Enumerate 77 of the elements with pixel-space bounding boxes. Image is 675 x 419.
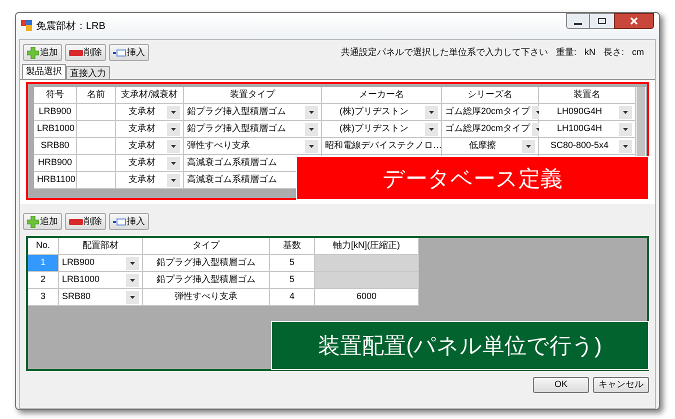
table-cell-text: 昭和電線デバイステクノロ… [325,139,442,152]
tab[interactable]: 製品選択 [22,64,66,79]
table-cell-text: 高減衰ゴム系積層ゴム [187,156,278,170]
insert-button[interactable]: 挿入 [109,213,149,230]
minus-icon [69,218,83,224]
table-cell-text: 支承材 [128,156,156,170]
column-header: 名前 [77,87,116,104]
column-header: 基数 [270,238,315,255]
column-header: シリーズ名 [442,87,539,104]
table-cell: 5 [270,272,315,289]
close-icon [630,17,638,25]
delete-button[interactable]: 削除 [65,213,106,230]
table-cell-text: ゴム総厚20cmタイプ [445,122,530,136]
table-cell-text: SC80-800-5x4 [549,139,610,152]
table-cell-text: HRB900 [37,156,73,170]
callout-label: 装置配置(パネル単位で行う) [271,321,649,370]
column-header: タイプ [143,238,270,255]
dialog-button[interactable]: OK [533,377,589,393]
column-header: 配置部材 [59,238,143,255]
table-cell-text: 弾性すべり支承 [187,139,251,152]
table-cell-text: LRB900 [62,256,96,270]
table-cell-text: LRB1000 [37,122,75,136]
row-number[interactable]: 2 [28,272,59,289]
dialog-button[interactable]: キャンセル [593,377,649,393]
table-cell-text: SRB80 [62,290,92,304]
table-cell: 4 [270,289,315,306]
table-cell-text: 支承材 [128,122,156,136]
table-cell-text: (株)ブリヂストン [338,122,410,136]
tab[interactable]: 直接入力 [66,66,110,79]
add-button[interactable]: 追加 [23,213,62,230]
plus-icon [27,46,39,58]
insert-button[interactable]: 挿入 [109,44,149,61]
column-header: 装置タイプ [184,87,322,104]
insert-row-icon [113,216,126,226]
row-number[interactable]: 3 [28,289,59,306]
column-header: 装置名 [539,87,636,104]
unit-hint: 共通設定パネルで選択した単位系で入力して下さい [340,46,548,59]
table-cell-text: (株)ブリヂストン [338,105,410,118]
table-cell: 弾性すべり支承 [143,289,270,306]
table-cell-text: 支承材 [128,105,156,118]
table-cell-text: LRB1000 [62,273,101,286]
plus-icon [27,216,39,228]
column-header: 符号 [34,87,77,104]
table-cell-text: 低摩擦 [468,139,497,152]
table-cell: 5 [270,255,315,272]
delete-button[interactable]: 削除 [65,44,106,61]
table-cell: 鉛プラグ挿入型積層ゴム [143,255,270,272]
column-header: メーカー名 [322,87,442,104]
minus-icon [69,50,83,56]
unit-label: 重量: [556,46,576,59]
table-cell-text: 支承材 [128,173,156,186]
app-icon [21,20,32,31]
add-button[interactable]: 追加 [23,44,62,61]
column-header: 支承材/減衰材 [116,87,184,104]
unit-label: 長さ: [603,46,624,59]
table-cell-text: SRB80 [40,139,70,152]
unit-value: kN [584,46,596,59]
table-cell-text: 支承材 [128,139,156,152]
table-cell-text: LH090G4H [556,105,604,118]
callout-label: データベース定義 [296,156,649,200]
table-cell-text: ゴム総厚20cmタイプ [445,105,530,118]
insert-row-icon [113,48,126,58]
column-header: 軸力[kN](圧縮正) [315,238,419,255]
table-cell-text: HRB1100 [37,173,76,186]
unit-value: cm [632,46,644,59]
table-cell: 6000 [315,289,419,306]
table-cell-text: 高減衰ゴム系積層ゴム [187,173,278,186]
table-cell: 鉛プラグ挿入型積層ゴム [143,272,270,289]
column-header: No. [28,238,59,255]
table-cell-text: 鉛プラグ挿入型積層ゴム [187,122,287,136]
minimize-button[interactable] [566,13,590,29]
table-cell-text: LH100G4H [556,122,604,136]
table-cell-text: LRB900 [38,105,72,118]
maximize-button[interactable] [590,13,614,29]
table-cell-text: 鉛プラグ挿入型積層ゴム [187,105,287,118]
close-button[interactable] [614,13,654,29]
window-title: 免震部材：LRB [36,20,106,34]
